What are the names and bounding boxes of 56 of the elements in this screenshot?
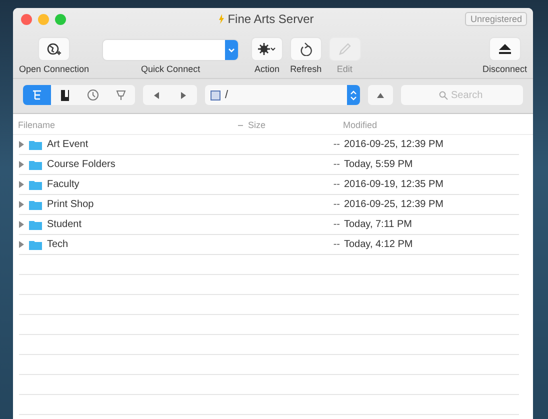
gear-icon — [258, 43, 276, 55]
disclosure-icon[interactable] — [19, 141, 24, 148]
folder-icon — [29, 200, 42, 210]
folder-icon — [29, 180, 42, 190]
file-name: Tech — [47, 239, 68, 250]
file-size: -- — [332, 199, 341, 210]
stepper-icon — [350, 90, 357, 100]
unregistered-badge: Unregistered — [465, 12, 527, 26]
close-button[interactable] — [21, 14, 32, 24]
quick-connect-field[interactable] — [103, 40, 238, 60]
file-size: -- — [332, 139, 341, 150]
modified-date: Today, 5:59 PM — [344, 159, 414, 170]
path-popup[interactable]: / — [205, 85, 360, 105]
disconnect-button[interactable]: Disconnect — [482, 38, 527, 74]
modified-date: Today, 4:12 PM — [344, 239, 414, 250]
right-triangle-icon — [181, 92, 186, 98]
clock-icon — [87, 89, 99, 101]
drive-icon — [210, 90, 221, 100]
search-field[interactable]: Search — [401, 85, 523, 105]
disclosure-icon[interactable] — [19, 161, 24, 168]
toolbar-label: Quick Connect — [141, 64, 200, 74]
file-size: -- — [332, 179, 341, 190]
modified-date: 2016-09-25, 12:39 PM — [344, 199, 445, 210]
up-button[interactable] — [368, 85, 393, 105]
file-name: Print Shop — [47, 199, 94, 210]
up-triangle-icon — [377, 92, 384, 98]
file-name: Art Event — [47, 139, 88, 150]
file-size: -- — [332, 159, 341, 170]
refresh-icon — [300, 42, 312, 56]
file-name: Faculty — [47, 179, 80, 190]
disclosure-icon[interactable] — [19, 221, 24, 228]
book-icon — [60, 88, 70, 102]
file-name: Student — [47, 219, 82, 230]
modified-date: 2016-09-25, 12:39 PM — [344, 139, 445, 150]
pencil-icon — [338, 42, 352, 56]
eject-icon — [498, 43, 512, 55]
disclosure-icon[interactable] — [19, 181, 24, 188]
window-title: Fine Arts Server — [228, 12, 314, 26]
chevron-icon — [228, 48, 236, 52]
file-name: Course Folders — [47, 159, 116, 170]
bolt-icon — [218, 14, 224, 24]
folder-icon — [29, 220, 42, 230]
disclosure-icon[interactable] — [19, 201, 24, 208]
left-triangle-icon — [154, 92, 159, 98]
sort-icon — [238, 124, 243, 126]
disclosure-icon[interactable] — [19, 241, 24, 248]
folder-icon — [29, 160, 42, 170]
folder-icon — [29, 240, 42, 250]
outline-icon — [31, 89, 43, 101]
modified-date: 2016-09-19, 12:35 PM — [344, 179, 445, 190]
open-connection-button[interactable]: Open Connection — [19, 38, 90, 74]
file-size: -- — [332, 239, 341, 250]
folder-icon — [29, 140, 42, 150]
modified-date: Today, 7:11 PM — [344, 219, 413, 230]
file-size: -- — [332, 219, 341, 230]
zoom-button[interactable] — [55, 14, 66, 24]
